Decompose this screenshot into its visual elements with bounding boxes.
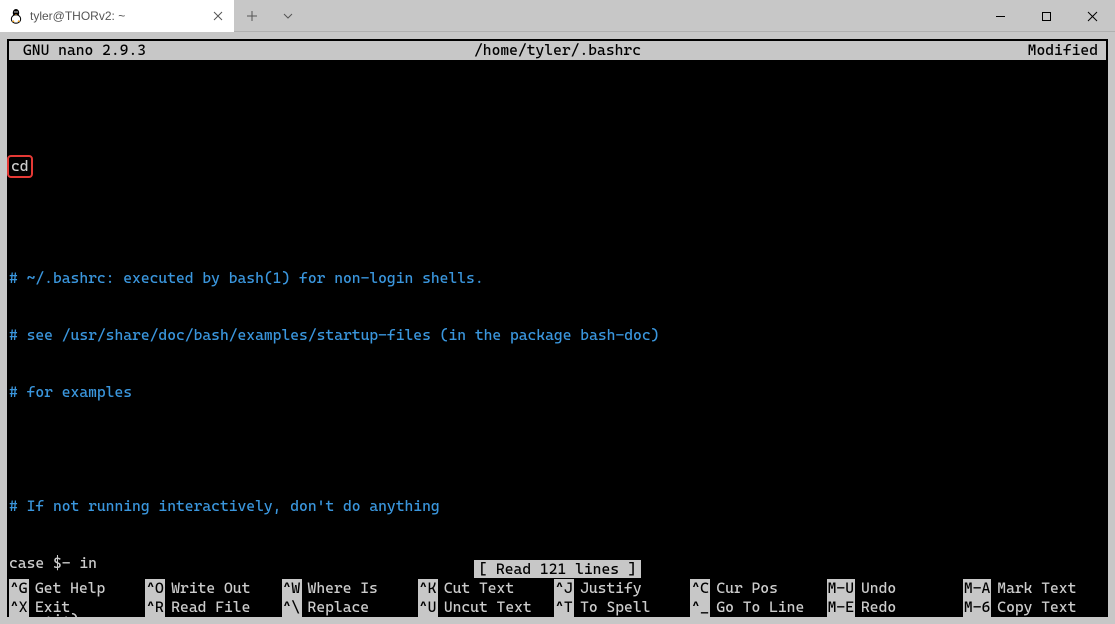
shortcut-to-spell: ^T To Spell xyxy=(554,598,690,617)
editor-line: # see /usr/share/doc/bash/examples/start… xyxy=(9,326,1106,345)
new-tab-button[interactable] xyxy=(234,0,270,32)
editor-area[interactable]: cd # ~/.bashrc: executed by bash(1) for … xyxy=(7,60,1108,617)
tab-close-button[interactable] xyxy=(210,8,226,24)
shortcut-replace: ^\ Replace xyxy=(282,598,418,617)
shortcut-exit: ^X Exit xyxy=(9,598,145,617)
shortcut-label: Read File xyxy=(171,598,250,617)
shortcut-label: To Spell xyxy=(580,598,650,617)
minimize-button[interactable] xyxy=(977,0,1023,32)
shortcut-label: Go To Line xyxy=(716,598,804,617)
shortcut-key: M-A xyxy=(963,579,991,598)
tab-title: tyler@THORv2: ~ xyxy=(30,9,204,23)
cursor-highlight: cd xyxy=(7,155,33,178)
shortcut-cut-text: ^K Cut Text xyxy=(418,579,554,598)
nano-shortcuts: ^G Get Help ^O Write Out ^W Where Is ^K Cut Tex… xyxy=(7,579,1108,617)
nano-modified: Modified xyxy=(743,41,1104,60)
shortcut-label: Where Is xyxy=(308,579,378,598)
shortcut-key: M-U xyxy=(827,579,855,598)
shortcut-key: ^X xyxy=(9,598,29,617)
shortcut-mark-text: M-A Mark Text xyxy=(963,579,1106,598)
shortcut-label: Undo xyxy=(861,579,896,598)
shortcut-go-to-line: ^_ Go To Line xyxy=(690,598,826,617)
shortcut-label: Copy Text xyxy=(997,598,1076,617)
shortcut-label: Mark Text xyxy=(997,579,1076,598)
shortcut-label: Cut Text xyxy=(444,579,514,598)
shortcut-key: ^U xyxy=(418,598,438,617)
shortcut-label: Write Out xyxy=(171,579,250,598)
tab-controls xyxy=(234,0,306,31)
shortcut-get-help: ^G Get Help xyxy=(9,579,145,598)
shortcut-key: ^_ xyxy=(690,598,710,617)
shortcut-label: Redo xyxy=(861,598,896,617)
tab-dropdown-button[interactable] xyxy=(270,0,306,32)
shortcut-key: ^C xyxy=(690,579,710,598)
window-titlebar: tyler@THORv2: ~ xyxy=(0,0,1115,32)
shortcut-undo: M-U Undo xyxy=(827,579,963,598)
editor-line: # If not running interactively, don't do… xyxy=(9,497,1106,516)
shortcut-key: ^K xyxy=(418,579,438,598)
shortcut-label: Get Help xyxy=(35,579,105,598)
shortcut-key: ^G xyxy=(9,579,29,598)
shortcut-cur-pos: ^C Cur Pos xyxy=(690,579,826,598)
nano-filename: /home/tyler/.bashrc xyxy=(372,41,744,60)
shortcut-label: Replace xyxy=(308,598,370,617)
shortcut-label: Exit xyxy=(35,598,70,617)
nano-version: GNU nano 2.9.3 xyxy=(11,41,372,60)
shortcut-label: Justify xyxy=(580,579,642,598)
tux-icon xyxy=(8,8,24,24)
shortcut-copy-text: M-6 Copy Text xyxy=(963,598,1106,617)
shortcut-label: Cur Pos xyxy=(716,579,778,598)
shortcut-key: ^R xyxy=(145,598,165,617)
shortcut-uncut-text: ^U Uncut Text xyxy=(418,598,554,617)
maximize-button[interactable] xyxy=(1023,0,1069,32)
shortcut-read-file: ^R Read File xyxy=(145,598,281,617)
shortcut-redo: M-E Redo xyxy=(827,598,963,617)
nano-header: GNU nano 2.9.3 /home/tyler/.bashrc Modif… xyxy=(9,41,1106,60)
close-button[interactable] xyxy=(1069,0,1115,32)
shortcut-where-is: ^W Where Is xyxy=(282,579,418,598)
shortcut-key: M-E xyxy=(827,598,855,617)
shortcut-key: ^J xyxy=(554,579,574,598)
active-tab[interactable]: tyler@THORv2: ~ xyxy=(0,0,234,32)
nano-status-line: [ Read 121 lines ] xyxy=(7,560,1108,579)
editor-line: # for examples xyxy=(9,383,1106,402)
shortcut-key: M-6 xyxy=(963,598,991,617)
shortcut-label: Uncut Text xyxy=(444,598,532,617)
terminal[interactable]: GNU nano 2.9.3 /home/tyler/.bashrc Modif… xyxy=(7,39,1108,617)
shortcut-key: ^W xyxy=(282,579,302,598)
shortcut-key: ^\ xyxy=(282,598,302,617)
shortcut-key: ^O xyxy=(145,579,165,598)
cursor-text: cd xyxy=(11,157,29,175)
window-controls xyxy=(977,0,1115,31)
shortcut-write-out: ^O Write Out xyxy=(145,579,281,598)
read-lines-msg: [ Read 121 lines ] xyxy=(474,560,640,578)
shortcut-key: ^T xyxy=(554,598,574,617)
shortcut-justify: ^J Justify xyxy=(554,579,690,598)
editor-line: # ~/.bashrc: executed by bash(1) for non… xyxy=(9,269,1106,288)
